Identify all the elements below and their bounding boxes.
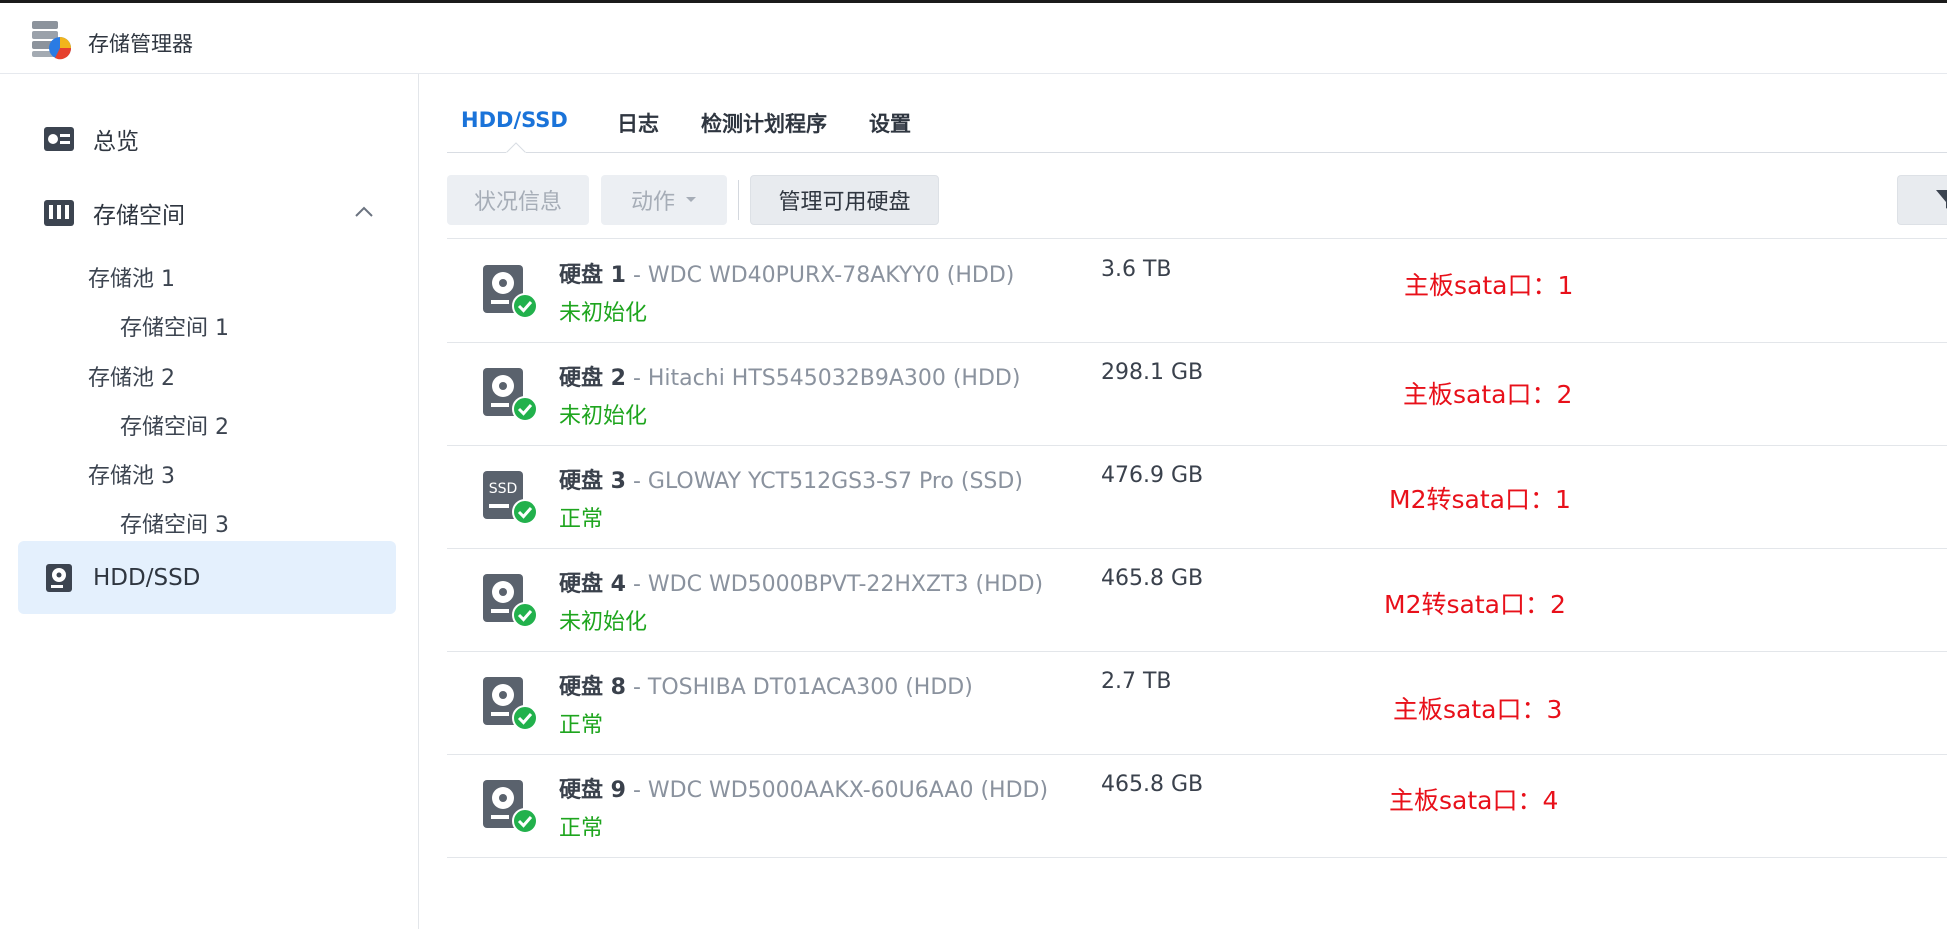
hdd-ok-icon — [483, 780, 538, 834]
hdd-ok-icon — [483, 368, 538, 422]
disk-label: 硬盘 8 — [559, 675, 626, 700]
sidebar-item-volume-3[interactable]: 存储空间 3 — [120, 507, 229, 539]
disk-size: 465.8 GB — [1101, 772, 1204, 797]
disk-status: 正常 — [559, 713, 604, 738]
disk-row-1[interactable]: 硬盘 1 - WDC WD40PURX-78AKYY0 (HDD) 未初始化 3… — [447, 239, 1947, 343]
disk-row-8[interactable]: 硬盘 8 - TOSHIBA DT01ACA300 (HDD) 正常 2.7 T… — [447, 651, 1947, 755]
sidebar-item-pool-3[interactable]: 存储池 3 — [88, 458, 175, 490]
hdd-ok-icon — [483, 574, 538, 628]
disk-row-2[interactable]: 硬盘 2 - Hitachi HTS545032B9A300 (HDD) 未初始… — [447, 342, 1947, 446]
toolbar-separator — [738, 180, 739, 220]
port-annotation: 主板sata口：3 — [1393, 695, 1563, 724]
sidebar-item-label: 总览 — [93, 129, 139, 155]
tabs-divider — [447, 152, 1947, 153]
disk-name: 硬盘 4 - WDC WD5000BPVT-22HXZT3 (HDD) — [559, 566, 1043, 598]
disk-row-3[interactable]: SSD 硬盘 3 - GLOWAY YCT512GS3-S7 Pro (SSD)… — [447, 445, 1947, 549]
disk-model: - WDC WD5000AAKX-60U6AA0 (HDD) — [625, 778, 1049, 803]
disk-row-9[interactable]: 硬盘 9 - WDC WD5000AAKX-60U6AA0 (HDD) 正常 4… — [447, 754, 1947, 858]
disk-name: 硬盘 2 - Hitachi HTS545032B9A300 (HDD) — [559, 360, 1020, 392]
ssd-ok-icon: SSD — [483, 471, 538, 525]
active-tab-indicator — [506, 142, 526, 154]
sidebar-item-label: 存储空间 — [93, 203, 185, 229]
disk-label: 硬盘 2 — [559, 366, 626, 391]
disk-model: - TOSHIBA DT01ACA300 (HDD) — [625, 675, 973, 700]
storage-icon — [44, 200, 74, 226]
disk-name: 硬盘 9 - WDC WD5000AAKX-60U6AA0 (HDD) — [559, 772, 1048, 804]
filter-button[interactable] — [1897, 175, 1947, 225]
overview-icon — [44, 127, 74, 151]
disk-name: 硬盘 8 - TOSHIBA DT01ACA300 (HDD) — [559, 669, 973, 701]
action-dropdown-button[interactable]: 动作 — [601, 175, 727, 225]
disk-model: - WDC WD40PURX-78AKYY0 (HDD) — [625, 263, 1015, 288]
tab-bar: HDD/SSD 日志 检测计划程序 设置 — [447, 100, 1947, 154]
disk-row-4[interactable]: 硬盘 4 - WDC WD5000BPVT-22HXZT3 (HDD) 未初始化… — [447, 548, 1947, 652]
sidebar: 总览 存储空间 存储池 1 存储空间 1 存储池 2 存储空间 2 存储池 3 … — [0, 74, 419, 929]
title-bar: 存储管理器 — [0, 3, 1947, 74]
sidebar-item-storage[interactable]: 存储空间 — [43, 196, 185, 230]
tab-settings[interactable]: 设置 — [869, 108, 911, 138]
sidebar-item-pool-1[interactable]: 存储池 1 — [88, 261, 175, 293]
disk-label: 硬盘 1 — [559, 263, 626, 288]
caret-down-icon — [686, 197, 696, 202]
chevron-up-icon[interactable] — [352, 202, 376, 222]
port-annotation: M2转sata口：2 — [1384, 590, 1566, 619]
disk-size: 476.9 GB — [1101, 463, 1204, 488]
disk-label: 硬盘 3 — [559, 469, 626, 494]
sidebar-item-label: HDD/SSD — [93, 565, 201, 591]
sidebar-item-hdd-ssd[interactable]: HDD/SSD — [43, 562, 200, 594]
status-info-button[interactable]: 状况信息 — [447, 175, 589, 225]
disk-status: 未初始化 — [559, 610, 648, 635]
tab-test-scheduler[interactable]: 检测计划程序 — [701, 108, 827, 138]
disk-name: 硬盘 3 - GLOWAY YCT512GS3-S7 Pro (SSD) — [559, 463, 1023, 495]
tab-logs[interactable]: 日志 — [617, 108, 659, 138]
port-annotation: 主板sata口：1 — [1404, 271, 1574, 300]
disk-model: - GLOWAY YCT512GS3-S7 Pro (SSD) — [625, 469, 1023, 494]
disk-status: 未初始化 — [559, 301, 648, 326]
tab-hdd-ssd[interactable]: HDD/SSD — [461, 108, 568, 132]
app-title: 存储管理器 — [88, 32, 193, 56]
port-annotation: M2转sata口：1 — [1389, 485, 1571, 514]
port-annotation: 主板sata口：4 — [1389, 786, 1559, 815]
disk-status: 未初始化 — [559, 404, 648, 429]
action-button-label: 动作 — [630, 190, 675, 215]
disk-status: 正常 — [559, 816, 604, 841]
disk-size: 2.7 TB — [1101, 669, 1172, 694]
sidebar-item-overview[interactable]: 总览 — [43, 122, 139, 156]
hdd-ok-icon — [483, 265, 538, 319]
sidebar-item-volume-2[interactable]: 存储空间 2 — [120, 409, 229, 441]
hdd-icon — [46, 564, 72, 592]
disk-size: 298.1 GB — [1101, 360, 1204, 385]
disk-model: - WDC WD5000BPVT-22HXZT3 (HDD) — [625, 572, 1044, 597]
disk-label: 硬盘 4 — [559, 572, 626, 597]
disk-status: 正常 — [559, 507, 604, 532]
disk-size: 465.8 GB — [1101, 566, 1204, 591]
manage-available-drives-button[interactable]: 管理可用硬盘 — [750, 175, 939, 225]
storage-manager-app-icon — [32, 21, 72, 60]
disk-label: 硬盘 9 — [559, 778, 626, 803]
filter-icon — [1936, 190, 1947, 209]
sidebar-item-volume-1[interactable]: 存储空间 1 — [120, 310, 229, 342]
port-annotation: 主板sata口：2 — [1403, 380, 1573, 409]
sidebar-item-pool-2[interactable]: 存储池 2 — [88, 360, 175, 392]
disk-size: 3.6 TB — [1101, 257, 1172, 282]
disk-name: 硬盘 1 - WDC WD40PURX-78AKYY0 (HDD) — [559, 257, 1014, 289]
hdd-ok-icon — [483, 677, 538, 731]
ssd-icon-text: SSD — [489, 481, 518, 497]
disk-model: - Hitachi HTS545032B9A300 (HDD) — [625, 366, 1021, 391]
